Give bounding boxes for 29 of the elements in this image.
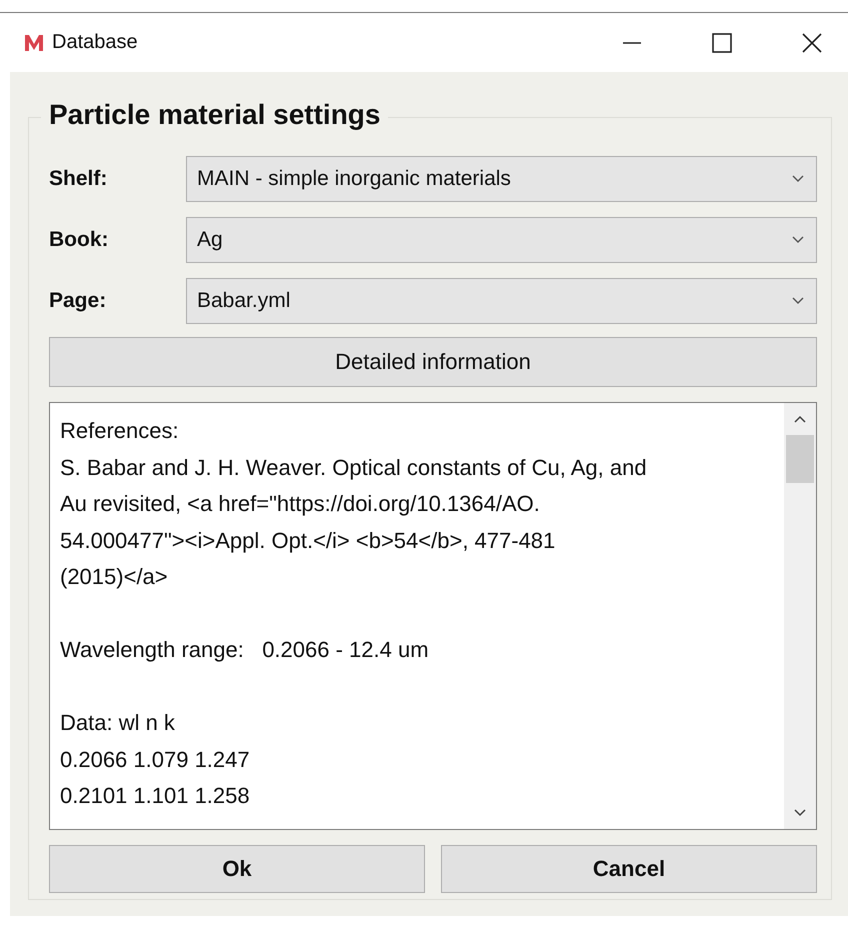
field-label: Page:	[49, 289, 108, 313]
text-line: Data: wl n k	[60, 709, 176, 737]
text-line: 0.2101 1.101 1.258	[60, 782, 251, 810]
dropdown[interactable]: Babar.yml	[186, 278, 817, 324]
scrollbar[interactable]	[784, 403, 816, 829]
window-title: Database	[52, 31, 138, 54]
dropdown[interactable]: Ag	[186, 217, 817, 263]
text-line: S. Babar and J. H. Weaver. Optical constants of Cu, Ag, and	[60, 454, 648, 482]
scroll-down-icon[interactable]	[794, 809, 806, 817]
caret-icon[interactable]	[792, 175, 804, 183]
caret-icon[interactable]	[792, 297, 804, 305]
scroll-up-icon[interactable]	[794, 415, 806, 423]
text-line: Au revisited, <a href="https://doi.org/10.1364/AO.	[60, 490, 541, 518]
dropdown[interactable]: MAIN - simple inorganic materials	[186, 156, 817, 202]
details-button[interactable]: Detailed information	[49, 337, 817, 387]
close-icon[interactable]	[802, 32, 822, 52]
text-line: Wavelength range: 0.2066 - 12.4 um	[60, 636, 430, 664]
cancel-button[interactable]: Cancel	[441, 845, 817, 893]
field-label: Shelf:	[49, 167, 108, 191]
text-line: References:	[60, 417, 180, 445]
text-line: 0.2066 1.079 1.247	[60, 746, 251, 774]
app-logo-icon	[24, 34, 44, 52]
text-line: (2015)</a>	[60, 563, 169, 591]
maximize-icon[interactable]	[712, 32, 732, 52]
caret-icon[interactable]	[792, 236, 804, 244]
scrollbar-thumb[interactable]	[786, 435, 814, 483]
ok-button[interactable]: Ok	[49, 845, 425, 893]
field-label: Book:	[49, 228, 110, 252]
text-line: 54.000477"><i>Appl. Opt.</i> <b>54</b>, 477-481	[60, 526, 556, 555]
